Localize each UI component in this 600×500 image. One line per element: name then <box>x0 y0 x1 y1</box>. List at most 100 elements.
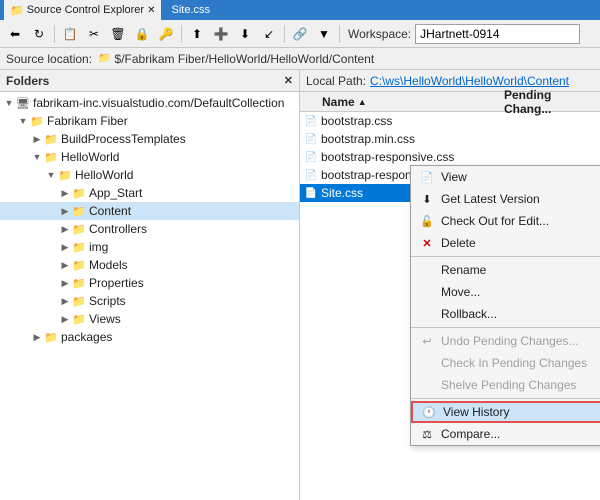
ctx-delete[interactable]: ✕ Delete <box>411 232 600 254</box>
tree-label-models: Models <box>89 258 128 272</box>
tree-item-controllers[interactable]: ▶ 📁 Controllers <box>0 220 299 238</box>
toolbar-dropdown-btn[interactable]: ▼ <box>313 23 335 45</box>
toolbar-refresh-btn[interactable]: ↻ <box>28 23 50 45</box>
ctx-sep-1 <box>411 256 600 257</box>
ctx-checkin-label: Check In Pending Changes <box>441 356 600 370</box>
toolbar-link-btn[interactable]: 🔗 <box>289 23 311 45</box>
tab-site-css[interactable]: Site.css <box>165 0 216 20</box>
toggle-scripts[interactable]: ▶ <box>58 294 72 308</box>
toggle-models[interactable]: ▶ <box>58 258 72 272</box>
tree-item-packages[interactable]: ▶ 📁 packages <box>0 328 299 346</box>
file-item-bootstrap-resp-css[interactable]: 📄 bootstrap-responsive.css <box>300 148 600 166</box>
tree-item-properties[interactable]: ▶ 📁 Properties <box>0 274 299 292</box>
ctx-undo-label: Undo Pending Changes... <box>441 334 600 348</box>
workspace-input[interactable] <box>415 24 580 44</box>
toolbar-down-btn[interactable]: ⬇ <box>234 23 256 45</box>
toolbar-lock-btn[interactable]: 🔒 <box>131 23 153 45</box>
toggle-views[interactable]: ▶ <box>58 312 72 326</box>
ctx-get-latest[interactable]: ⬇ Get Latest Version <box>411 188 600 210</box>
col-sort-icon: ▲ <box>358 97 367 107</box>
folders-panel-close[interactable]: ✕ <box>284 74 293 87</box>
folder-icon-content: 📁 <box>72 204 86 218</box>
toolbar-key-btn[interactable]: 🔑 <box>155 23 177 45</box>
ctx-checkout[interactable]: 🔓 Check Out for Edit... <box>411 210 600 232</box>
ctx-undo-icon: ↩ <box>419 333 435 349</box>
folders-header-label: Folders <box>6 74 49 88</box>
toolbar-down2-btn[interactable]: ↙ <box>258 23 280 45</box>
ctx-view-history[interactable]: 🕐 View History <box>411 401 600 423</box>
toggle-helloworld1[interactable]: ▼ <box>30 150 44 164</box>
ctx-move-icon <box>419 284 435 300</box>
tree-item-helloworld1[interactable]: ▼ 📁 HelloWorld <box>0 148 299 166</box>
file-icon-bootstrap-min-css: 📄 <box>304 132 318 146</box>
ctx-move[interactable]: Move... <box>411 281 600 303</box>
tree-view[interactable]: ▼ 🖥 fabrikam-inc.visualstudio.com/Defaul… <box>0 92 299 500</box>
source-control-icon: 📁 <box>10 4 24 17</box>
ctx-view-icon: 📄 <box>419 169 435 185</box>
ctx-undo: ↩ Undo Pending Changes... <box>411 330 600 352</box>
ctx-rollback-icon <box>419 306 435 322</box>
tree-item-appstart[interactable]: ▶ 📁 App_Start <box>0 184 299 202</box>
ctx-rename[interactable]: Rename <box>411 259 600 281</box>
ctx-getlatest-icon: ⬇ <box>419 191 435 207</box>
file-label-bootstrap-resp-css: bootstrap-responsive.css <box>321 150 454 164</box>
ctx-view[interactable]: 📄 View <box>411 166 600 188</box>
file-item-bootstrap-css[interactable]: 📄 bootstrap.css <box>300 112 600 130</box>
toggle-packages[interactable]: ▶ <box>30 330 44 344</box>
toolbar-up-btn[interactable]: ⬆ <box>186 23 208 45</box>
toggle-img[interactable]: ▶ <box>58 240 72 254</box>
files-columns: Name ▲ Pending Chang... <box>300 92 600 112</box>
folders-panel-header: Folders ✕ <box>0 70 299 92</box>
toolbar-copy-btn[interactable]: 📋 <box>59 23 81 45</box>
folder-icon-helloworld1: 📁 <box>44 150 58 164</box>
toggle-fabrikam[interactable]: ▼ <box>16 114 30 128</box>
files-panel: Local Path: C:\ws\HelloWorld\HelloWorld\… <box>300 70 600 500</box>
tree-item-buildprocess[interactable]: ▶ 📁 BuildProcessTemplates <box>0 130 299 148</box>
local-path-value[interactable]: C:\ws\HelloWorld\HelloWorld\Content <box>370 74 569 88</box>
tree-item-content[interactable]: ▶ 📁 Content <box>0 202 299 220</box>
ctx-viewhistory-icon: 🕐 <box>421 404 437 420</box>
tree-label-scripts: Scripts <box>89 294 126 308</box>
ctx-shelve: Shelve Pending Changes <box>411 374 600 396</box>
col-name[interactable]: Name ▲ <box>300 95 500 109</box>
source-location-path: $/Fabrikam Fiber/HelloWorld/HelloWorld/C… <box>115 52 375 66</box>
toggle-root[interactable]: ▼ <box>2 96 16 110</box>
tree-item-scripts[interactable]: ▶ 📁 Scripts <box>0 292 299 310</box>
file-icon-site-css: 📄 <box>304 186 318 200</box>
file-icon-bootstrap-resp-min-css: 📄 <box>304 168 318 182</box>
ctx-compare-label: Compare... <box>441 427 600 441</box>
toggle-buildprocess[interactable]: ▶ <box>30 132 44 146</box>
tree-item-fabrikam[interactable]: ▼ 📁 Fabrikam Fiber <box>0 112 299 130</box>
ctx-sep-3 <box>411 398 600 399</box>
toggle-properties[interactable]: ▶ <box>58 276 72 290</box>
ctx-checkout-icon: 🔓 <box>419 213 435 229</box>
toolbar-delete-btn[interactable]: 🗑 <box>107 23 129 45</box>
tree-label-content: Content <box>89 204 131 218</box>
folder-icon-fabrikam: 📁 <box>30 114 44 128</box>
folder-icon-appstart: 📁 <box>72 186 86 200</box>
ctx-sep-2 <box>411 327 600 328</box>
tree-item-views[interactable]: ▶ 📁 Views <box>0 310 299 328</box>
toggle-helloworld2[interactable]: ▼ <box>44 168 58 182</box>
tab-source-control-explorer[interactable]: 📁 Source Control Explorer ✕ <box>4 0 161 20</box>
tree-item-models[interactable]: ▶ 📁 Models <box>0 256 299 274</box>
toggle-controllers[interactable]: ▶ <box>58 222 72 236</box>
file-label-site-css: Site.css <box>321 186 363 200</box>
ctx-compare[interactable]: ⚖ Compare... <box>411 423 600 445</box>
folder-icon-views: 📁 <box>72 312 86 326</box>
folder-icon-scripts: 📁 <box>72 294 86 308</box>
tab-group: 📁 Source Control Explorer ✕ Site.css <box>4 0 216 20</box>
workspace-label: Workspace: <box>348 27 411 41</box>
tab-close-icon[interactable]: ✕ <box>147 5 155 16</box>
toolbar-back-btn[interactable]: ⬅ <box>4 23 26 45</box>
tree-item-root[interactable]: ▼ 🖥 fabrikam-inc.visualstudio.com/Defaul… <box>0 94 299 112</box>
folder-icon-helloworld2: 📁 <box>58 168 72 182</box>
toggle-appstart[interactable]: ▶ <box>58 186 72 200</box>
file-item-bootstrap-min-css[interactable]: 📄 bootstrap.min.css <box>300 130 600 148</box>
tree-item-img[interactable]: ▶ 📁 img <box>0 238 299 256</box>
toggle-content[interactable]: ▶ <box>58 204 72 218</box>
toolbar-add-btn[interactable]: ➕ <box>210 23 232 45</box>
tree-item-helloworld2[interactable]: ▼ 📁 HelloWorld <box>0 166 299 184</box>
toolbar-cut-btn[interactable]: ✂ <box>83 23 105 45</box>
ctx-rollback[interactable]: Rollback... <box>411 303 600 325</box>
